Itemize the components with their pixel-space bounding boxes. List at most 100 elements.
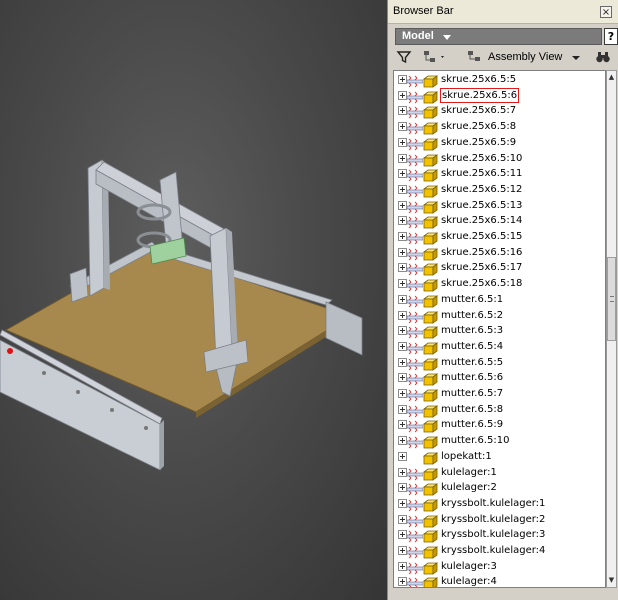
tree-item-label[interactable]: skrue.25x6.5:7 xyxy=(440,104,517,117)
model-dropdown[interactable]: Model xyxy=(395,28,602,45)
tree-item[interactable]: kryssbolt.kulelager:3 xyxy=(394,527,594,544)
expand-plus-icon[interactable] xyxy=(398,420,407,430)
help-button[interactable]: ? xyxy=(604,28,618,45)
tree-item-label[interactable]: skrue.25x6.5:13 xyxy=(440,199,523,212)
expand-plus-icon[interactable] xyxy=(398,122,407,132)
tree-item[interactable]: kryssbolt.kulelager:4 xyxy=(394,543,594,559)
tree-item[interactable]: skrue.25x6.5:9 xyxy=(394,135,594,151)
expand-plus-icon[interactable] xyxy=(398,75,407,84)
expand-plus-icon[interactable] xyxy=(398,389,407,398)
tree-item-label[interactable]: lopekatt:1 xyxy=(440,450,493,463)
filter-icon[interactable] xyxy=(396,49,412,65)
close-button[interactable]: × xyxy=(600,6,612,18)
expand-plus-icon[interactable] xyxy=(398,169,407,179)
scroll-up-arrow-icon[interactable]: ▲ xyxy=(607,72,616,83)
expand-plus-icon[interactable] xyxy=(398,436,407,446)
tree-item[interactable]: kulelager:1 xyxy=(394,465,594,481)
tree-item[interactable]: skrue.25x6.5:16 xyxy=(394,245,594,261)
expand-plus-icon[interactable] xyxy=(398,310,407,320)
tree-item-label[interactable]: kryssbolt.kulelager:3 xyxy=(440,528,546,541)
tree-item[interactable]: skrue.25x6.5:5 xyxy=(394,72,594,88)
tree-item-label[interactable]: mutter.6.5:7 xyxy=(440,387,504,400)
tree-item-label[interactable]: mutter.6.5:2 xyxy=(440,309,504,322)
tree-item-label[interactable]: mutter.6.5:9 xyxy=(440,418,504,431)
tree-item-label[interactable]: skrue.25x6.5:6 xyxy=(440,87,520,103)
expand-plus-icon[interactable] xyxy=(398,483,407,493)
tree-item-label[interactable]: skrue.25x6.5:10 xyxy=(440,152,523,165)
tree-item-label[interactable]: mutter.6.5:6 xyxy=(440,371,504,384)
expand-plus-icon[interactable] xyxy=(398,247,407,257)
tree-item[interactable]: skrue.25x6.5:17 xyxy=(394,260,594,277)
expand-plus-icon[interactable] xyxy=(398,184,407,194)
tree-item-label[interactable]: mutter.6.5:1 xyxy=(440,293,504,306)
hierarchy-icon[interactable] xyxy=(422,49,448,65)
expand-plus-icon[interactable] xyxy=(398,294,407,304)
tree-item[interactable]: kulelager:3 xyxy=(394,559,594,575)
tree-scrollbar[interactable]: ▲ ▼ xyxy=(606,70,617,588)
tree-item-label[interactable]: kulelager:1 xyxy=(440,466,498,479)
tree-item[interactable]: lopekatt:1 xyxy=(394,449,594,465)
tree-item[interactable]: skrue.25x6.5:14 xyxy=(394,213,594,230)
tree-item[interactable]: mutter.6.5:10 xyxy=(394,433,594,449)
graphics-viewport[interactable] xyxy=(0,0,387,600)
tree-item-label[interactable]: skrue.25x6.5:17 xyxy=(440,261,523,274)
tree-item[interactable]: skrue.25x6.5:7 xyxy=(394,103,594,120)
tree-item[interactable]: kryssbolt.kulelager:2 xyxy=(394,512,594,528)
expand-plus-icon[interactable] xyxy=(398,90,407,100)
tree-item[interactable]: mutter.6.5:4 xyxy=(394,339,594,355)
tree-item-label[interactable]: mutter.6.5:4 xyxy=(440,340,504,353)
expand-plus-icon[interactable] xyxy=(398,451,407,461)
tree-item[interactable]: mutter.6.5:7 xyxy=(394,386,594,402)
expand-plus-icon[interactable] xyxy=(398,561,407,571)
expand-plus-icon[interactable] xyxy=(398,137,407,147)
tree-item-label[interactable]: kulelager:4 xyxy=(440,575,498,587)
expand-plus-icon[interactable] xyxy=(398,404,407,414)
assembly-view-label[interactable]: Assembly View xyxy=(488,51,562,63)
tree-item-label[interactable]: skrue.25x6.5:5 xyxy=(440,73,517,86)
tree-item-label[interactable]: skrue.25x6.5:15 xyxy=(440,230,523,243)
tree-item[interactable]: mutter.6.5:9 xyxy=(394,417,594,434)
tree-item-label[interactable]: skrue.25x6.5:9 xyxy=(440,136,517,149)
tree-item[interactable]: skrue.25x6.5:8 xyxy=(394,119,594,135)
expand-plus-icon[interactable] xyxy=(398,467,407,477)
tree-item[interactable]: skrue.25x6.5:13 xyxy=(394,198,594,214)
expand-plus-icon[interactable] xyxy=(398,514,407,524)
assembly-view-icon[interactable] xyxy=(466,49,484,65)
binoculars-icon[interactable] xyxy=(595,49,611,65)
tree-item[interactable]: skrue.25x6.5:15 xyxy=(394,229,594,245)
expand-plus-icon[interactable] xyxy=(398,216,407,226)
expand-plus-icon[interactable] xyxy=(398,106,407,116)
expand-plus-icon[interactable] xyxy=(398,577,407,587)
tree-item[interactable]: kulelager:4 xyxy=(394,574,594,587)
expand-plus-icon[interactable] xyxy=(398,498,407,508)
tree-item-label[interactable]: skrue.25x6.5:11 xyxy=(440,167,523,180)
tree-item-label[interactable]: mutter.6.5:10 xyxy=(440,434,510,447)
tree-item-label[interactable]: mutter.6.5:3 xyxy=(440,324,504,337)
tree-item[interactable]: skrue.25x6.5:10 xyxy=(394,151,594,167)
expand-plus-icon[interactable] xyxy=(398,232,407,241)
tree-item-label[interactable]: kulelager:2 xyxy=(440,481,498,494)
expand-plus-icon[interactable] xyxy=(398,546,407,555)
tree-item-label[interactable]: mutter.6.5:5 xyxy=(440,356,504,369)
tree-item-label[interactable]: skrue.25x6.5:16 xyxy=(440,246,523,259)
expand-plus-icon[interactable] xyxy=(398,530,407,540)
model-tree[interactable]: skrue.25x6.5:5 skrue.25x6.5:6 skrue.25x6.5… xyxy=(393,70,606,588)
expand-plus-icon[interactable] xyxy=(398,326,407,336)
expand-plus-icon[interactable] xyxy=(398,341,407,351)
tree-item[interactable]: skrue.25x6.5:11 xyxy=(394,166,594,182)
expand-plus-icon[interactable] xyxy=(398,357,407,367)
tree-item[interactable]: mutter.6.5:3 xyxy=(394,323,594,339)
scroll-down-arrow-icon[interactable]: ▼ xyxy=(607,575,616,586)
expand-plus-icon[interactable] xyxy=(398,153,407,163)
tree-item[interactable]: mutter.6.5:2 xyxy=(394,308,594,324)
tree-item[interactable]: mutter.6.5:8 xyxy=(394,402,594,418)
tree-item[interactable]: skrue.25x6.5:6 xyxy=(394,87,594,104)
tree-item-label[interactable]: kryssbolt.kulelager:2 xyxy=(440,513,546,526)
tree-item-label[interactable]: skrue.25x6.5:18 xyxy=(440,277,523,290)
chevron-down-icon[interactable] xyxy=(570,49,582,65)
tree-item-label[interactable]: mutter.6.5:8 xyxy=(440,403,504,416)
tree-item[interactable]: mutter.6.5:5 xyxy=(394,355,594,371)
expand-plus-icon[interactable] xyxy=(398,263,407,273)
tree-item-label[interactable]: skrue.25x6.5:8 xyxy=(440,120,517,133)
tree-item-label[interactable]: kryssbolt.kulelager:1 xyxy=(440,497,546,510)
